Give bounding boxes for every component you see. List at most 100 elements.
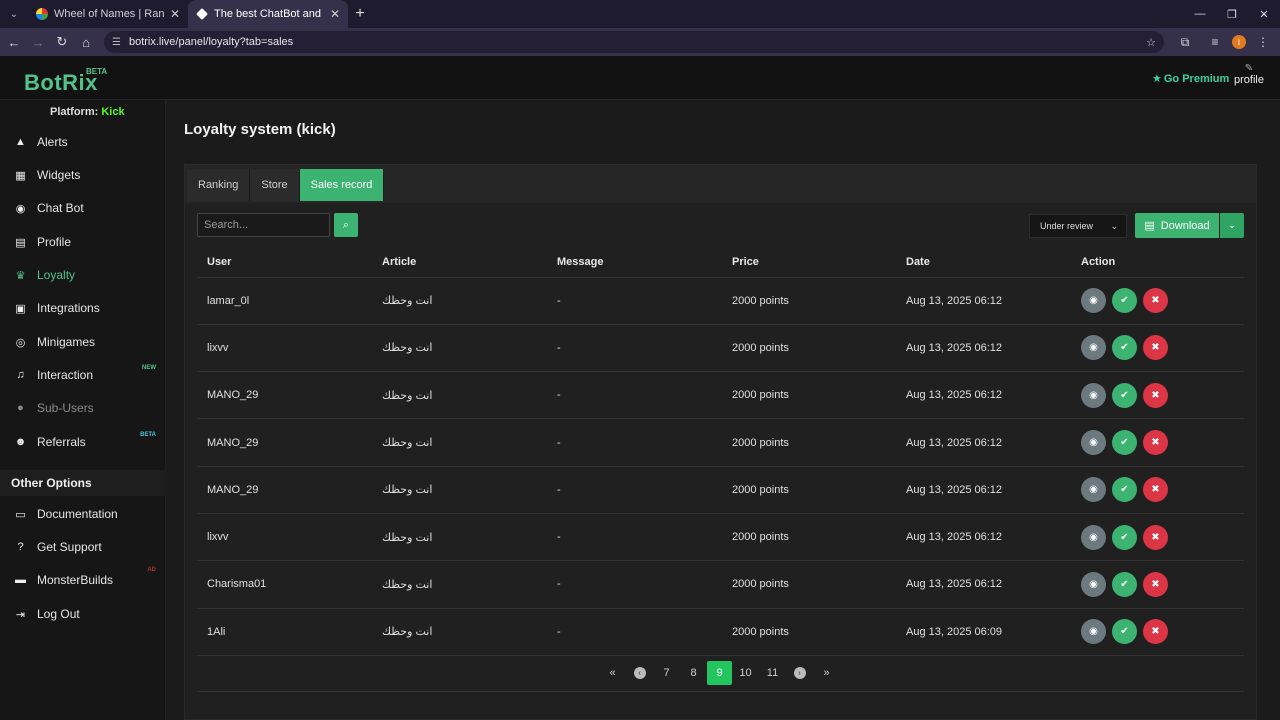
sidebar-item-loyalty[interactable]: ♛ Loyalty <box>0 260 166 290</box>
sidebar-item-profile[interactable]: ▤ Profile <box>0 227 166 257</box>
cell-actions: ◉ ✔ ✖ <box>1071 560 1244 609</box>
reject-x-icon[interactable]: ✖ <box>1143 524 1168 550</box>
minimize-icon[interactable]: — <box>1184 0 1216 28</box>
tab-search-icon[interactable]: ⌄ <box>0 0 28 28</box>
media-icon[interactable]: ≡ <box>1202 29 1228 55</box>
window-controls: — ❐ ✕ <box>1184 0 1280 28</box>
reload-icon[interactable]: ↻ <box>50 28 74 56</box>
reject-x-icon[interactable]: ✖ <box>1143 477 1168 503</box>
go-premium-link[interactable]: ★ Go Premium <box>1152 72 1230 86</box>
column-header-price[interactable]: Price <box>722 247 896 278</box>
last-page-button[interactable]: » <box>813 661 840 685</box>
sidebar-item-log-out[interactable]: ⇥ Log Out <box>0 599 166 629</box>
profile-link[interactable]: ✎ profile <box>1232 64 1266 87</box>
sidebar-item-get-support[interactable]: ? Get Support <box>0 532 166 562</box>
cell-message: - <box>547 608 722 656</box>
sidebar-item-referrals[interactable]: ☻ Referrals BETA <box>0 427 166 457</box>
approve-check-icon[interactable]: ✔ <box>1112 382 1137 408</box>
reject-x-icon[interactable]: ✖ <box>1143 288 1168 314</box>
restore-icon[interactable]: ❐ <box>1216 0 1248 28</box>
tab-sales-record[interactable]: Sales record <box>299 169 385 201</box>
sidebar-item-integrations[interactable]: ▣ Integrations <box>0 293 166 323</box>
cell-price: 2000 points <box>722 513 896 562</box>
cell-actions: ◉ ✔ ✖ <box>1071 277 1244 325</box>
current-page-button[interactable]: 9 <box>707 661 732 685</box>
column-header-user[interactable]: User <box>197 247 372 278</box>
status-filter-select[interactable]: Under review ⌄ <box>1029 214 1127 238</box>
cell-user: lixvv <box>197 513 372 562</box>
page-button[interactable]: 8 <box>680 661 707 685</box>
tab-ranking[interactable]: Ranking <box>187 169 251 201</box>
tab-store[interactable]: Store <box>250 169 300 201</box>
sidebar-item-sub-users[interactable]: ● Sub-Users <box>0 393 166 423</box>
cell-actions: ◉ ✔ ✖ <box>1071 324 1244 373</box>
download-button[interactable]: ▤ Download <box>1135 213 1219 238</box>
first-page-button[interactable]: « <box>599 661 626 685</box>
home-icon[interactable]: ⌂ <box>74 28 98 56</box>
cell-actions: ◉ ✔ ✖ <box>1071 513 1244 562</box>
reject-x-icon[interactable]: ✖ <box>1143 430 1168 456</box>
wheel-favicon-icon <box>36 8 48 20</box>
page-button[interactable]: 11 <box>759 661 786 685</box>
approve-check-icon[interactable]: ✔ <box>1112 619 1137 645</box>
approve-check-icon[interactable]: ✔ <box>1112 288 1137 314</box>
close-window-icon[interactable]: ✕ <box>1248 0 1280 28</box>
chevron-down-icon: ⌄ <box>1110 220 1118 231</box>
view-eye-icon[interactable]: ◉ <box>1081 477 1106 503</box>
go-premium-label: Go Premium <box>1163 72 1230 85</box>
close-tab-icon[interactable]: ✕ <box>330 7 340 21</box>
sidebar-item-alerts[interactable]: ▲ Alerts <box>0 127 166 157</box>
star-icon: ★ <box>1152 73 1162 85</box>
sidebar-item-monsterbuilds[interactable]: ▬ MonsterBuilds AD <box>0 565 166 595</box>
view-eye-icon[interactable]: ◉ <box>1081 430 1106 456</box>
page-button[interactable]: 7 <box>653 661 680 685</box>
robot-icon: ◉ <box>15 202 26 215</box>
view-eye-icon[interactable]: ◉ <box>1081 335 1106 361</box>
sidebar-item-widgets[interactable]: ▦ Widgets <box>0 160 166 190</box>
column-header-article[interactable]: Article <box>372 247 547 278</box>
sidebar-item-label: Sub-Users <box>37 401 94 415</box>
reject-x-icon[interactable]: ✖ <box>1143 382 1168 408</box>
view-eye-icon[interactable]: ◉ <box>1081 619 1106 645</box>
table-row: lamar_0l انت وحظك - 2000 points Aug 13, … <box>197 277 1244 325</box>
browser-tab-wheel[interactable]: Wheel of Names | Random nam ✕ <box>28 0 188 28</box>
approve-check-icon[interactable]: ✔ <box>1112 477 1137 503</box>
cell-user: lixvv <box>197 324 372 373</box>
view-eye-icon[interactable]: ◉ <box>1081 382 1106 408</box>
view-eye-icon[interactable]: ◉ <box>1081 288 1106 314</box>
site-info-icon[interactable]: ☰ <box>112 37 121 48</box>
search-button[interactable]: ⌕ <box>334 213 358 237</box>
back-icon[interactable]: ← <box>2 28 26 56</box>
close-tab-icon[interactable]: ✕ <box>170 7 180 21</box>
view-eye-icon[interactable]: ◉ <box>1081 524 1106 550</box>
prev-page-button[interactable]: ‹ <box>626 661 653 685</box>
bookmark-star-icon[interactable]: ☆ <box>1146 36 1156 49</box>
column-header-date[interactable]: Date <box>896 247 1071 278</box>
sidebar-item-minigames[interactable]: ◎ Minigames <box>0 327 166 357</box>
menu-kebab-icon[interactable]: ⋮ <box>1250 29 1276 55</box>
browser-tab-botrix[interactable]: The best ChatBot and Widgets ✕ <box>188 0 348 28</box>
approve-check-icon[interactable]: ✔ <box>1112 571 1137 597</box>
new-tab-icon[interactable]: + <box>348 5 372 23</box>
reject-x-icon[interactable]: ✖ <box>1143 571 1168 597</box>
sidebar-item-interaction[interactable]: ♫ Interaction NEW <box>0 360 166 390</box>
sidebar-item-chat-bot[interactable]: ◉ Chat Bot <box>0 193 166 223</box>
next-page-button[interactable]: › <box>786 661 813 685</box>
profile-avatar[interactable]: I <box>1232 35 1246 49</box>
cell-price: 2000 points <box>722 277 896 325</box>
approve-check-icon[interactable]: ✔ <box>1112 430 1137 456</box>
approve-check-icon[interactable]: ✔ <box>1112 524 1137 550</box>
reject-x-icon[interactable]: ✖ <box>1143 619 1168 645</box>
url-field[interactable]: ☰ botrix.live/panel/loyalty?tab=sales ☆ <box>104 31 1164 53</box>
reject-x-icon[interactable]: ✖ <box>1143 335 1168 361</box>
approve-check-icon[interactable]: ✔ <box>1112 335 1137 361</box>
page-button[interactable]: 10 <box>732 661 759 685</box>
sales-card: Ranking Store Sales record Search... ⌕ U… <box>184 164 1257 720</box>
search-input[interactable]: Search... <box>197 213 330 237</box>
download-options-toggle[interactable]: ⌄ <box>1220 213 1244 238</box>
view-eye-icon[interactable]: ◉ <box>1081 571 1106 597</box>
sidebar-item-documentation[interactable]: ▭ Documentation <box>0 499 166 529</box>
forward-icon[interactable]: → <box>26 28 50 56</box>
column-header-message[interactable]: Message <box>547 247 722 278</box>
extensions-icon[interactable]: ⧉ <box>1172 29 1198 55</box>
